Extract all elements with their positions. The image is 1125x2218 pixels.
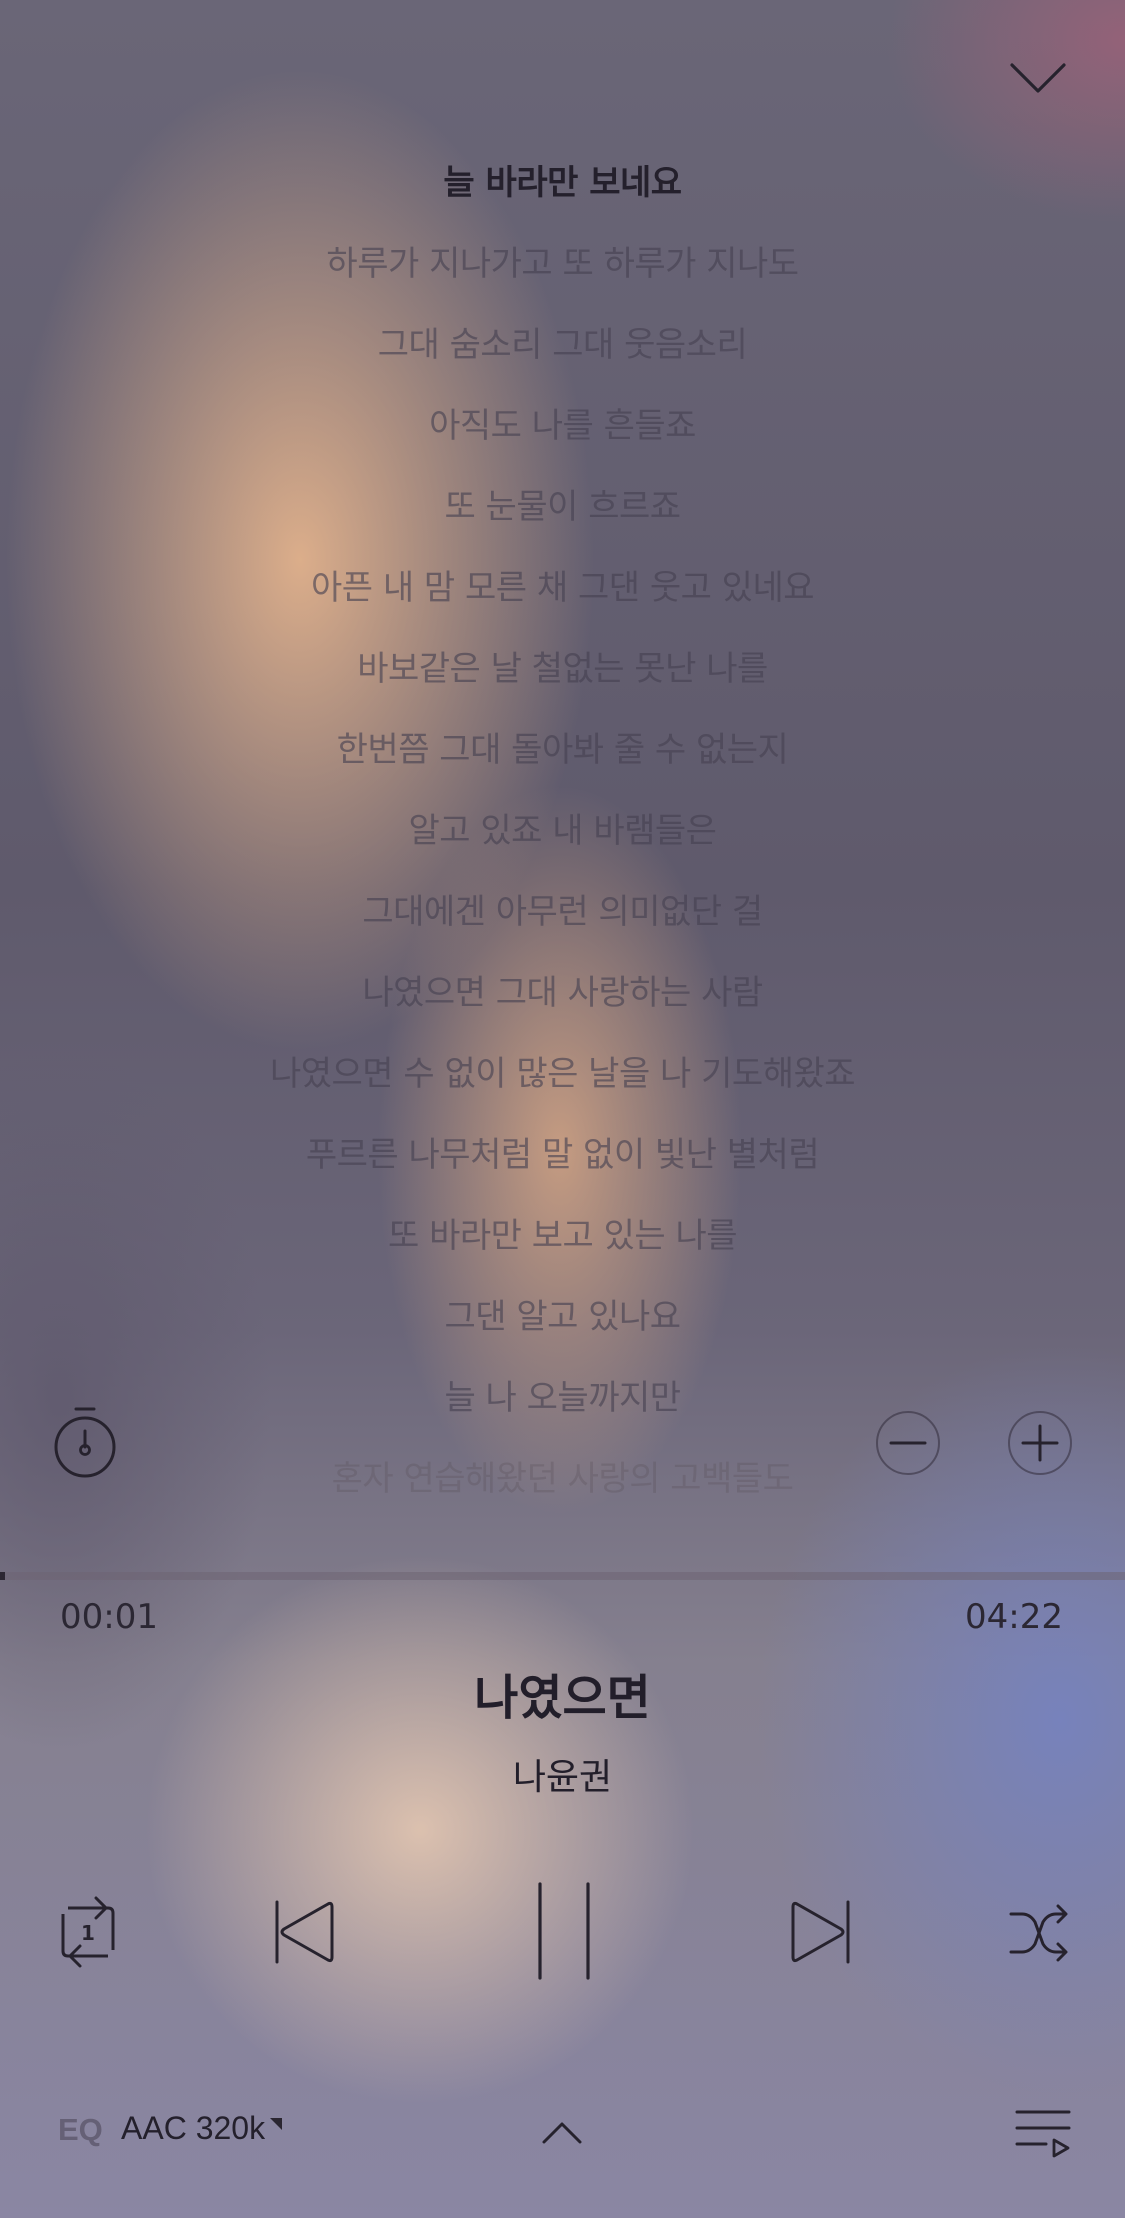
lyric-line[interactable]: 하루가 지나가고 또 하루가 지나도 [0,229,1125,310]
expand-button[interactable] [540,2118,584,2148]
repeat-mode-label: 1 [81,1921,95,1945]
stopwatch-icon [54,1407,116,1478]
skip-next-icon [791,1900,850,1964]
lyric-line[interactable]: 나였으면 그대 사랑하는 사람 [0,958,1125,1039]
lyrics-list[interactable]: 늘 바라만 보네요 하루가 지나가고 또 하루가 지나도 그대 숨소리 그대 웃음소… [0,148,1125,1525]
previous-button[interactable] [272,1898,336,1966]
next-button[interactable] [789,1898,853,1966]
lyric-line[interactable]: 늘 나 오늘까지만 [0,1363,1125,1444]
lyric-line[interactable]: 푸르른 나무처럼 말 없이 빛난 별처럼 [0,1120,1125,1201]
song-title: 나였으면 [474,1670,651,1726]
font-increase-button[interactable] [1007,1410,1073,1476]
chevron-down-icon [1010,63,1066,93]
elapsed-time: 00:01 [60,1597,158,1637]
playlist-button[interactable] [1014,2108,1072,2160]
lyric-line[interactable]: 알고 있죠 내 바램들은 [0,796,1125,877]
lyric-line[interactable]: 또 눈물이 흐르죠 [0,472,1125,553]
shuffle-icon [1009,1904,1068,1962]
lyric-line[interactable]: 그댄 알고 있나요 [0,1282,1125,1363]
lyric-line[interactable]: 한번쯤 그대 돌아봐 줄 수 없는지 [0,715,1125,796]
lyric-line[interactable]: 혼자 연습해왔던 사랑의 고백들도 [0,1444,1125,1525]
lyric-line[interactable]: 그대에겐 아무런 의미없단 걸 [0,877,1125,958]
pause-button[interactable] [534,1880,594,1982]
lyric-line[interactable]: 바보같은 날 철없는 못난 나를 [0,634,1125,715]
pause-icon [538,1882,590,1980]
lyric-line[interactable]: 아픈 내 맘 모른 채 그댄 웃고 있네요 [0,553,1125,634]
font-decrease-button[interactable] [875,1410,941,1476]
collapse-button[interactable] [1002,48,1074,108]
artist-name[interactable]: 나윤권 [0,1748,1125,1800]
playlist-icon [1015,2110,1071,2158]
minus-circle-icon [876,1411,940,1475]
eq-button[interactable]: EQ [58,2112,103,2148]
audio-quality-label[interactable]: AAC 320k [121,2110,265,2147]
lyric-line[interactable]: 또 바라만 보고 있는 나를 [0,1201,1125,1282]
lyric-line[interactable]: 그대 숨소리 그대 웃음소리 [0,310,1125,391]
plus-circle-icon [1008,1411,1072,1475]
lyric-line[interactable]: 아직도 나를 흔들죠 [0,391,1125,472]
sleep-timer-button[interactable] [50,1405,120,1481]
player-screen: 늘 바라만 보네요 하루가 지나가고 또 하루가 지나도 그대 숨소리 그대 웃음소… [0,0,1125,2218]
progress-fill [0,1572,5,1580]
repeat-one-icon: 1 [61,1896,115,1968]
lyric-line-current[interactable]: 늘 바라만 보네요 [0,148,1125,229]
total-time: 04:22 [965,1597,1063,1637]
chevron-up-icon [542,2122,582,2144]
corner-triangle-icon [270,2118,282,2130]
lyric-line[interactable]: 나였으면 수 없이 많은 날을 나 기도해왔죠 [0,1039,1125,1120]
progress-bar[interactable] [0,1572,1125,1580]
skip-previous-icon [275,1900,334,1964]
shuffle-button[interactable] [1008,1902,1070,1964]
repeat-button[interactable]: 1 [56,1894,120,1970]
